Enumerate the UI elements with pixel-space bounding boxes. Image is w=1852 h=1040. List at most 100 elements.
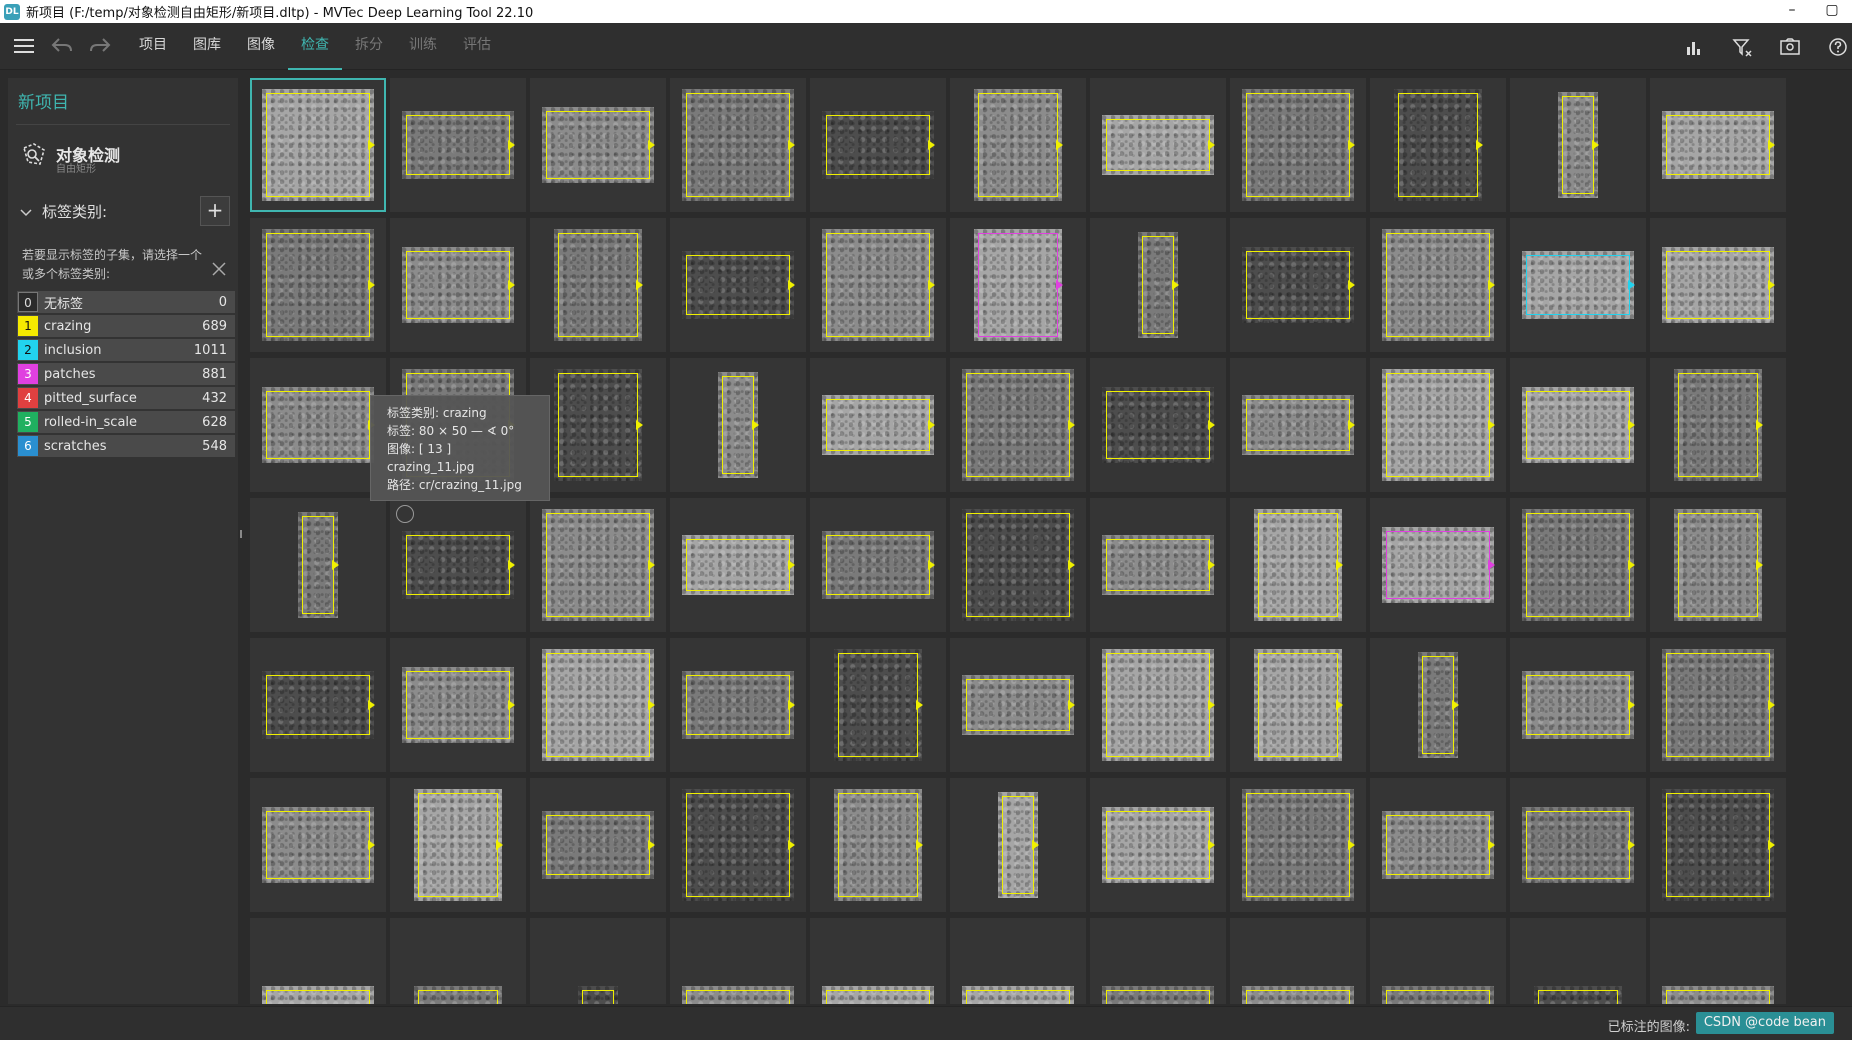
gallery-image-thumbnail[interactable] — [250, 218, 386, 352]
close-icon[interactable] — [212, 260, 226, 281]
label-class-row[interactable]: 5 rolled-in_scale 628 — [17, 411, 235, 433]
gallery-image-thumbnail[interactable] — [530, 638, 666, 772]
gallery-image-thumbnail[interactable] — [950, 78, 1086, 212]
statistics-icon[interactable] — [1680, 33, 1708, 61]
gallery-image-thumbnail[interactable] — [1230, 498, 1366, 632]
maximize-button[interactable]: ▢ — [1812, 0, 1852, 23]
gallery-image-thumbnail[interactable] — [250, 778, 386, 912]
gallery-image-thumbnail[interactable] — [390, 638, 526, 772]
menu-train[interactable]: 训练 — [396, 23, 450, 70]
gallery-image-thumbnail[interactable] — [1650, 498, 1786, 632]
label-classes-header[interactable]: 标签类别: + — [8, 190, 238, 232]
gallery-image-thumbnail[interactable] — [950, 218, 1086, 352]
gallery-image-thumbnail[interactable] — [810, 358, 946, 492]
gallery-image-thumbnail[interactable] — [250, 638, 386, 772]
gallery-image-thumbnail[interactable] — [810, 78, 946, 212]
gallery-image-thumbnail[interactable] — [1230, 358, 1366, 492]
gallery-image-thumbnail[interactable] — [1510, 918, 1646, 1004]
undo-icon[interactable] — [48, 32, 76, 60]
gallery-image-thumbnail[interactable] — [1090, 778, 1226, 912]
gallery-image-thumbnail[interactable] — [1650, 918, 1786, 1004]
panel-splitter-handle[interactable] — [240, 530, 242, 538]
menu-image[interactable]: 图像 — [234, 23, 288, 70]
gallery-image-thumbnail[interactable] — [950, 918, 1086, 1004]
label-class-row[interactable]: 3 patches 881 — [17, 363, 235, 385]
menu-split[interactable]: 拆分 — [342, 23, 396, 70]
gallery-image-thumbnail[interactable] — [1370, 918, 1506, 1004]
minimize-button[interactable]: – — [1772, 0, 1812, 23]
gallery-image-thumbnail[interactable] — [670, 358, 806, 492]
gallery-image-thumbnail[interactable] — [810, 498, 946, 632]
gallery-image-thumbnail[interactable] — [530, 218, 666, 352]
gallery-image-thumbnail[interactable] — [1370, 78, 1506, 212]
gallery-image-thumbnail[interactable] — [1230, 778, 1366, 912]
gallery-image-thumbnail[interactable] — [1510, 498, 1646, 632]
menu-evaluate[interactable]: 评估 — [450, 23, 504, 70]
gallery-image-thumbnail[interactable] — [390, 778, 526, 912]
gallery-image-thumbnail[interactable] — [1230, 218, 1366, 352]
gallery-image-thumbnail[interactable] — [670, 778, 806, 912]
gallery-image-thumbnail[interactable] — [1510, 778, 1646, 912]
gallery-image-thumbnail[interactable] — [530, 358, 666, 492]
gallery-image-thumbnail[interactable] — [1090, 218, 1226, 352]
gallery-image-thumbnail[interactable] — [1370, 498, 1506, 632]
gallery-image-thumbnail[interactable] — [950, 498, 1086, 632]
gallery-image-thumbnail[interactable] — [1510, 638, 1646, 772]
gallery-image-thumbnail[interactable] — [670, 918, 806, 1004]
snapshot-icon[interactable] — [1776, 33, 1804, 61]
gallery-image-thumbnail[interactable] — [530, 498, 666, 632]
gallery-image-thumbnail[interactable] — [810, 638, 946, 772]
gallery-image-thumbnail[interactable] — [1650, 358, 1786, 492]
help-icon[interactable] — [1824, 33, 1852, 61]
gallery-image-thumbnail[interactable] — [1510, 218, 1646, 352]
filter-icon[interactable] — [1728, 33, 1756, 61]
gallery-image-thumbnail[interactable] — [1650, 218, 1786, 352]
gallery-image-thumbnail[interactable] — [1230, 78, 1366, 212]
gallery-image-thumbnail[interactable] — [1090, 498, 1226, 632]
gallery-image-thumbnail[interactable] — [1230, 638, 1366, 772]
gallery-image-thumbnail[interactable] — [390, 918, 526, 1004]
gallery-image-thumbnail[interactable] — [670, 218, 806, 352]
add-label-class-button[interactable]: + — [200, 196, 230, 226]
label-class-row[interactable]: 6 scratches 548 — [17, 435, 235, 457]
label-class-row[interactable]: 1 crazing 689 — [17, 315, 235, 337]
gallery-image-thumbnail[interactable] — [810, 918, 946, 1004]
gallery-image-thumbnail[interactable] — [530, 918, 666, 1004]
gallery-image-thumbnail[interactable] — [1650, 638, 1786, 772]
label-class-row[interactable]: 2 inclusion 1011 — [17, 339, 235, 361]
menu-gallery[interactable]: 图库 — [180, 23, 234, 70]
gallery-image-thumbnail[interactable] — [250, 358, 386, 492]
gallery-image-thumbnail[interactable] — [390, 218, 526, 352]
label-class-row[interactable]: 0 无标签 0 — [17, 291, 235, 313]
label-class-row[interactable]: 4 pitted_surface 432 — [17, 387, 235, 409]
gallery-image-thumbnail[interactable] — [810, 218, 946, 352]
gallery-image-thumbnail[interactable] — [1370, 638, 1506, 772]
gallery-image-thumbnail[interactable] — [670, 498, 806, 632]
gallery-image-thumbnail[interactable] — [950, 638, 1086, 772]
gallery-image-thumbnail[interactable] — [1090, 918, 1226, 1004]
gallery-image-thumbnail[interactable] — [1510, 358, 1646, 492]
gallery-image-thumbnail[interactable] — [1650, 78, 1786, 212]
menu-project[interactable]: 项目 — [126, 23, 180, 70]
gallery-image-thumbnail[interactable] — [670, 638, 806, 772]
gallery-image-thumbnail[interactable] — [670, 78, 806, 212]
gallery-image-thumbnail[interactable] — [530, 778, 666, 912]
gallery-image-thumbnail[interactable] — [250, 78, 386, 212]
gallery-image-thumbnail[interactable] — [1370, 778, 1506, 912]
gallery-image-thumbnail[interactable] — [810, 778, 946, 912]
gallery-image-thumbnail[interactable] — [1650, 778, 1786, 912]
gallery-image-thumbnail[interactable] — [390, 78, 526, 212]
gallery-image-thumbnail[interactable] — [1090, 358, 1226, 492]
gallery-image-thumbnail[interactable] — [950, 778, 1086, 912]
redo-icon[interactable] — [86, 32, 114, 60]
gallery-image-thumbnail[interactable] — [250, 918, 386, 1004]
gallery-image-thumbnail[interactable] — [250, 498, 386, 632]
gallery-image-thumbnail[interactable] — [950, 358, 1086, 492]
gallery-image-thumbnail[interactable] — [1370, 218, 1506, 352]
chevron-down-icon[interactable] — [20, 202, 34, 221]
gallery-image-thumbnail[interactable] — [1090, 638, 1226, 772]
menu-inspect[interactable]: 检查 — [288, 23, 342, 70]
hamburger-menu-icon[interactable] — [10, 32, 38, 60]
gallery-image-thumbnail[interactable] — [1230, 918, 1366, 1004]
gallery-image-thumbnail[interactable] — [530, 78, 666, 212]
